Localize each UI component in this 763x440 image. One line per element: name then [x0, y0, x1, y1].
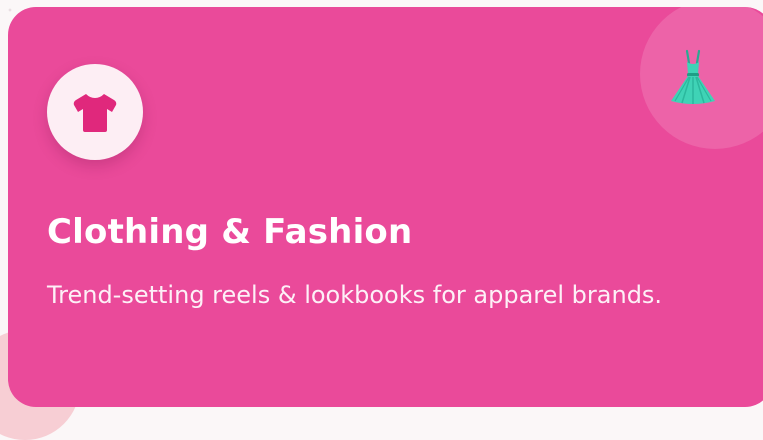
card-description: Trend-setting reels & lookbooks for appa…	[47, 281, 663, 309]
category-icon-badge	[47, 64, 143, 160]
dress-icon	[663, 47, 723, 107]
category-card-clothing-fashion[interactable]: Clothing & Fashion Trend-setting reels &…	[8, 7, 763, 407]
tshirt-icon	[73, 94, 117, 132]
card-title: Clothing & Fashion	[47, 212, 413, 252]
